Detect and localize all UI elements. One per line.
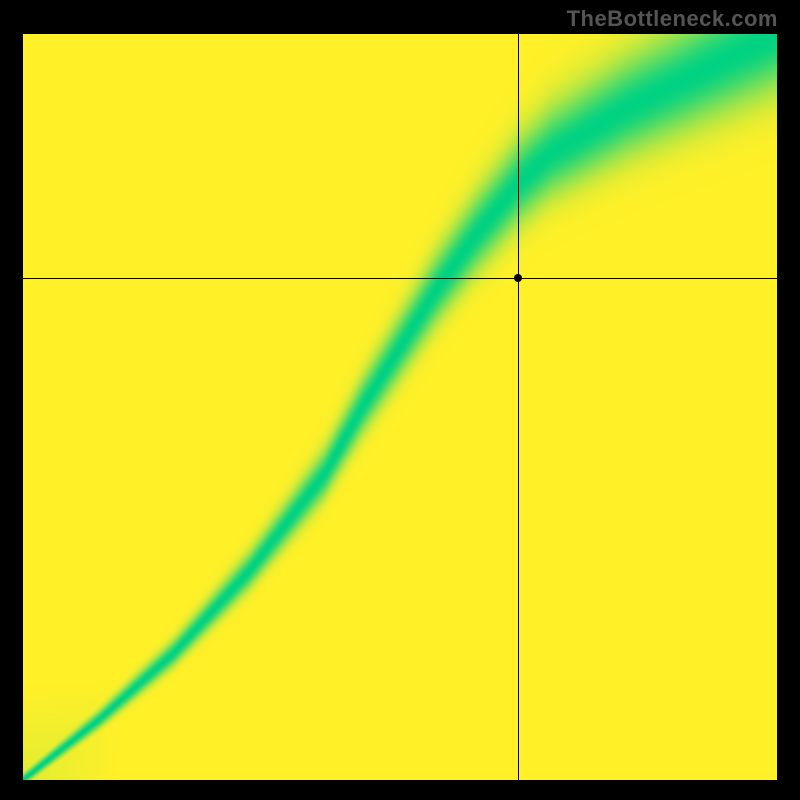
chart-frame: TheBottleneck.com <box>0 0 800 800</box>
crosshair-horizontal <box>23 278 777 279</box>
crosshair-marker-dot <box>514 274 522 282</box>
heatmap-plot <box>23 34 777 780</box>
heatmap-canvas <box>23 34 777 780</box>
crosshair-vertical <box>518 34 519 780</box>
watermark-text: TheBottleneck.com <box>567 6 778 32</box>
